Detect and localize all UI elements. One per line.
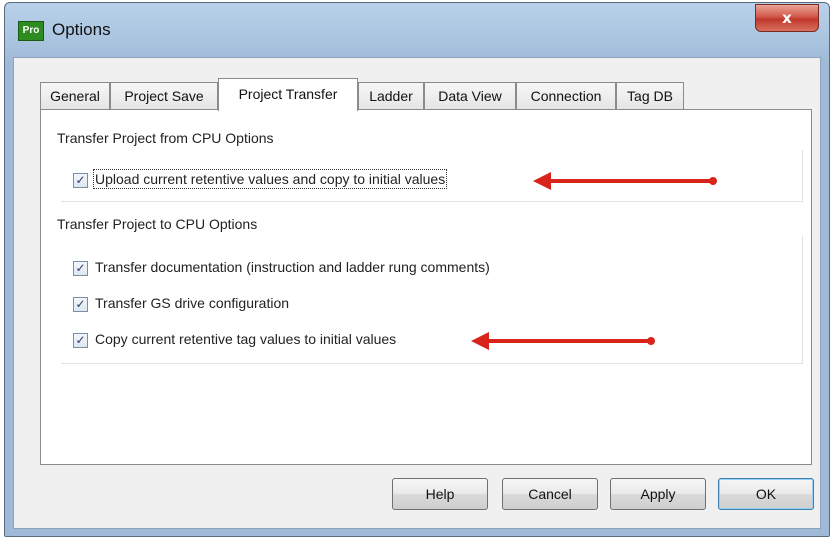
tab-project-save[interactable]: Project Save [110,82,218,110]
dialog-body: General Project Save Project Transfer La… [13,57,821,529]
app-icon: Pro [18,21,44,41]
checkbox-copy-retentive-tags[interactable]: ✓ [73,333,88,348]
options-dialog: Pro Options x General Project Save Proje… [4,2,830,537]
annotation-arrow-upload [533,172,717,190]
group-title-from-cpu: Transfer Project from CPU Options [57,130,274,146]
option-label: Transfer documentation (instruction and … [95,259,490,275]
option-label: Transfer GS drive configuration [95,295,290,311]
tab-data-view[interactable]: Data View [424,82,516,110]
tab-connection[interactable]: Connection [516,82,616,110]
option-label: Upload current retentive values and copy… [92,169,448,189]
title-bar[interactable]: Pro Options x [5,3,829,57]
tab-project-transfer[interactable]: Project Transfer [218,78,358,111]
help-button[interactable]: Help [392,478,488,510]
close-button[interactable]: x [755,4,819,32]
option-label: Copy current retentive tag values to ini… [95,331,397,347]
apply-button[interactable]: Apply [610,478,706,510]
checkbox-transfer-gs-drive[interactable]: ✓ [73,297,88,312]
ok-button[interactable]: OK [718,478,814,510]
cancel-button[interactable]: Cancel [502,478,598,510]
checkbox-transfer-documentation[interactable]: ✓ [73,261,88,276]
group-title-to-cpu: Transfer Project to CPU Options [57,216,258,232]
project-transfer-panel: Transfer Project from CPU Options ✓ Uplo… [40,109,812,465]
annotation-arrow-copy [471,332,655,350]
tab-tag-db[interactable]: Tag DB [616,82,684,110]
tab-ladder[interactable]: Ladder [358,82,424,110]
window-title: Options [52,20,111,39]
tab-general[interactable]: General [40,82,110,110]
checkbox-upload-retentive[interactable]: ✓ [73,173,88,188]
